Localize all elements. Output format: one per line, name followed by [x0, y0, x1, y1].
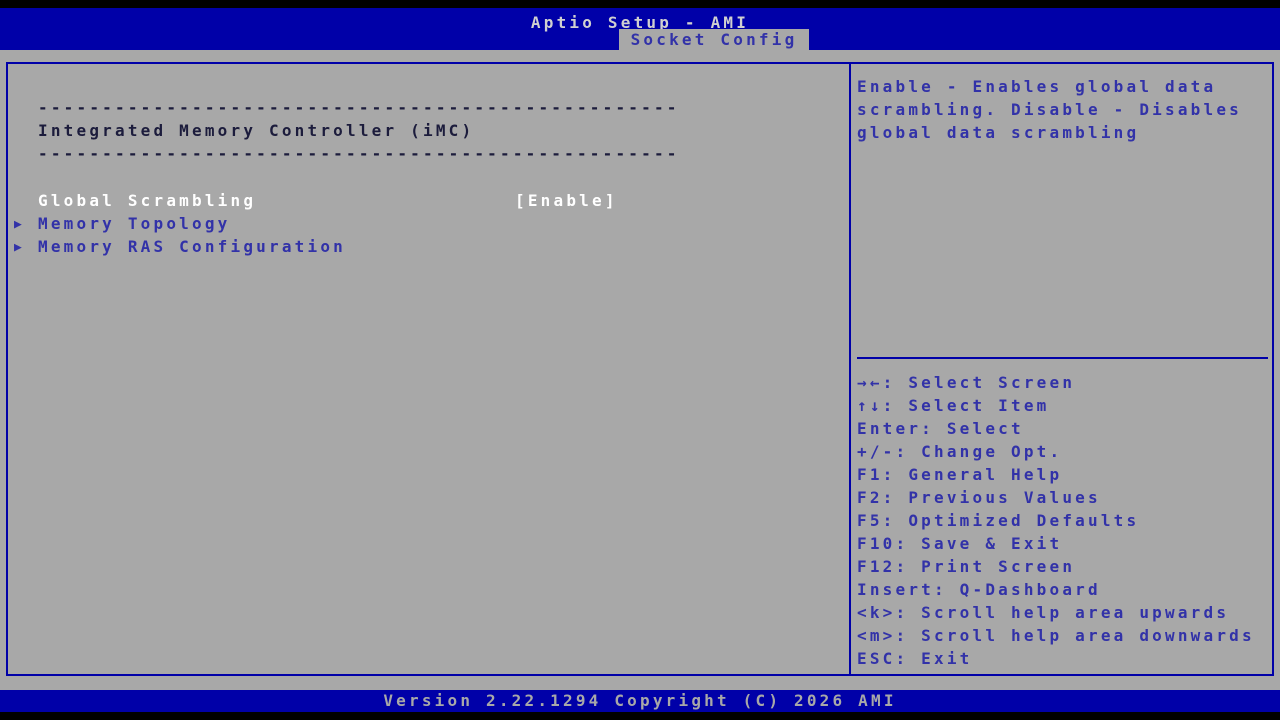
- menu-item-global-scrambling[interactable]: Global Scrambling [Enable]: [14, 189, 834, 212]
- tab-label: Socket Config: [630, 30, 798, 49]
- legend-f2-previous-values: F2: Previous Values: [857, 488, 1101, 507]
- legend-f10-save-exit: F10: Save & Exit: [857, 534, 1063, 553]
- legend-change-opt: +/-: Change Opt.: [857, 442, 1063, 461]
- bottom-black-strip: [0, 712, 1280, 720]
- legend-select-screen: →←: Select Screen: [857, 373, 1076, 392]
- section-title: Integrated Memory Controller (iMC): [38, 121, 475, 140]
- help-text: Enable - Enables global data scrambling.…: [857, 77, 1242, 142]
- legend-insert-q-dashboard: Insert: Q-Dashboard: [857, 580, 1101, 599]
- legend-scroll-up: <k>: Scroll help area upwards: [857, 603, 1230, 622]
- top-black-strip: [0, 0, 1280, 8]
- settings-pane: ----------------------------------------…: [14, 96, 834, 165]
- legend-scroll-down: <m>: Scroll help area downwards: [857, 626, 1255, 645]
- section-separator-top: ----------------------------------------…: [38, 98, 680, 117]
- help-legend-divider: [857, 357, 1268, 359]
- tab-socket-config[interactable]: Socket Config: [619, 29, 809, 50]
- legend-select-item: ↑↓: Select Item: [857, 396, 1050, 415]
- legend-f12-print-screen: F12: Print Screen: [857, 557, 1076, 576]
- menu-item-memory-ras-configuration[interactable]: ▶ Memory RAS Configuration: [14, 235, 834, 258]
- footer-band: Version 2.22.1294 Copyright (C) 2026 AMI: [0, 690, 1280, 712]
- legend-f5-optimized-defaults: F5: Optimized Defaults: [857, 511, 1140, 530]
- menu-item-memory-topology[interactable]: ▶ Memory Topology: [14, 212, 834, 235]
- menu-item-label: Memory Topology: [38, 214, 231, 233]
- section-separator-bottom: ----------------------------------------…: [38, 144, 680, 163]
- settings-menu: Global Scrambling [Enable] ▶ Memory Topo…: [14, 189, 834, 258]
- legend-enter-select: Enter: Select: [857, 419, 1024, 438]
- submenu-arrow-icon: ▶: [14, 217, 22, 232]
- legend-f1-general-help: F1: General Help: [857, 465, 1063, 484]
- panel-divider: [849, 62, 851, 676]
- menu-item-label: Global Scrambling: [38, 191, 257, 210]
- menu-item-value[interactable]: [Enable]: [515, 189, 618, 212]
- legend-esc-exit: ESC: Exit: [857, 649, 973, 668]
- submenu-arrow-icon: ▶: [14, 240, 22, 255]
- menu-item-label: Memory RAS Configuration: [38, 237, 346, 256]
- key-legend: →←: Select Screen ↑↓: Select Item Enter:…: [857, 371, 1273, 670]
- version-copyright-text: Version 2.22.1294 Copyright (C) 2026 AMI: [383, 691, 897, 710]
- bios-setup-screen: Aptio Setup - AMI Socket Config --------…: [0, 0, 1280, 720]
